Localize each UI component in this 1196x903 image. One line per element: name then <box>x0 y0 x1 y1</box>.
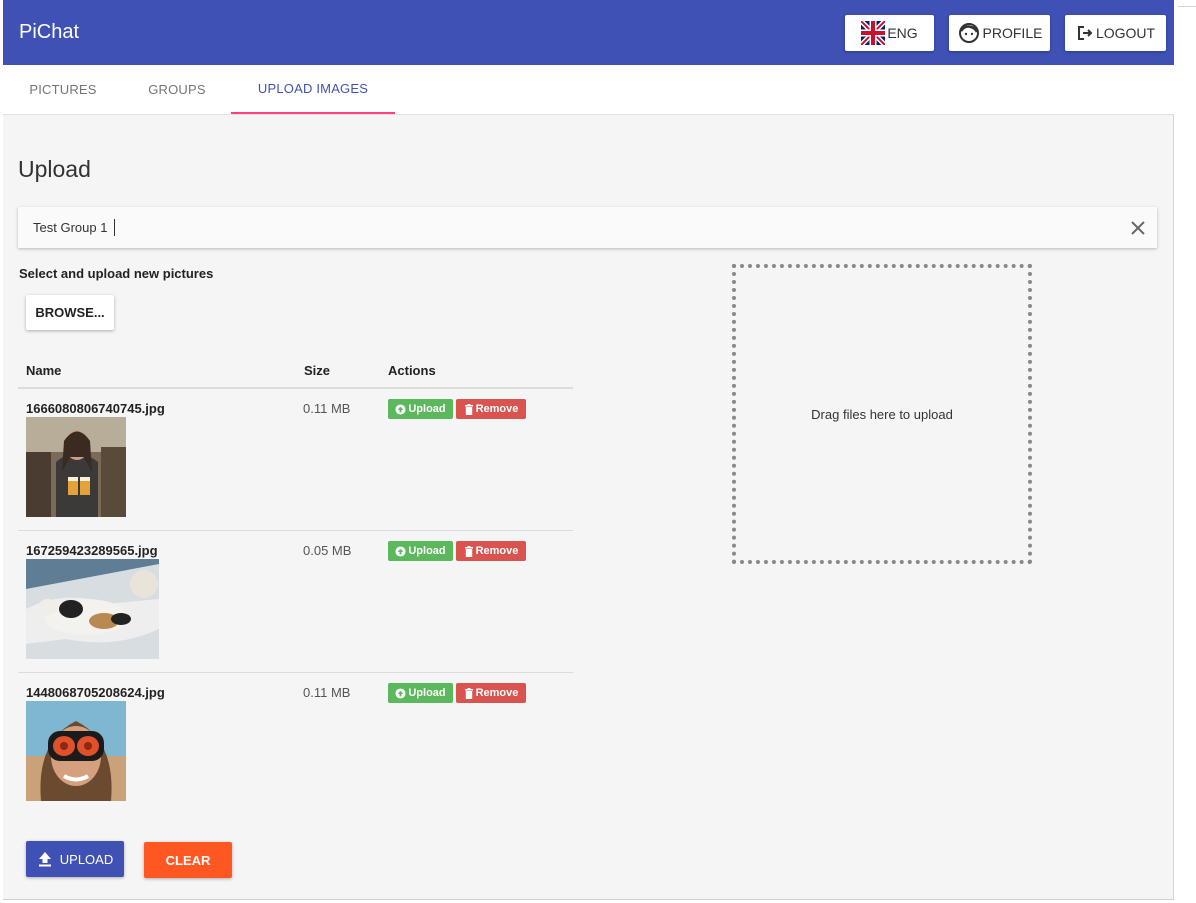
tab-bar: PICTURES GROUPS UPLOAD IMAGES <box>3 65 1174 115</box>
profile-label: PROFILE <box>982 25 1043 41</box>
upload-file-label: Upload <box>408 545 446 557</box>
upload-icon <box>37 851 53 867</box>
upload-circle-icon <box>395 687 406 699</box>
tab-groups[interactable]: GROUPS <box>117 65 237 114</box>
file-size: 0.11 MB <box>303 685 351 700</box>
tab-pictures[interactable]: PICTURES <box>3 65 123 114</box>
remove-file-button[interactable]: Remove <box>456 683 526 703</box>
upload-file-button[interactable]: Upload <box>388 541 453 561</box>
upload-circle-icon <box>395 545 406 557</box>
trash-icon <box>464 545 474 557</box>
app-title: PiChat <box>19 21 80 43</box>
remove-file-button[interactable]: Remove <box>456 541 526 561</box>
remove-file-label: Remove <box>475 545 519 557</box>
logout-icon <box>1076 24 1094 42</box>
upload-file-button[interactable]: Upload <box>388 683 453 703</box>
table-row: 167259423289565.jpg 0.05 MB Upload Remov… <box>18 531 573 673</box>
trash-icon <box>464 687 474 699</box>
logout-button[interactable]: LOGOUT <box>1065 15 1166 51</box>
group-select-field <box>18 207 1157 248</box>
upload-circle-icon <box>395 403 406 415</box>
language-button[interactable]: ENG <box>845 15 934 51</box>
logout-label: LOGOUT <box>1095 25 1156 41</box>
drop-zone[interactable]: Drag files here to upload <box>732 264 1032 564</box>
upload-file-label: Upload <box>408 403 446 415</box>
remove-file-button[interactable]: Remove <box>456 399 526 419</box>
file-name: 1448068705208624.jpg <box>26 685 165 700</box>
text-caret <box>114 219 115 236</box>
drop-zone-text: Drag files here to upload <box>811 406 953 422</box>
page-title: Upload <box>18 156 91 182</box>
language-label: ENG <box>887 25 918 41</box>
file-table: Name Size Actions 1666080806740745.jpg 0… <box>18 352 573 815</box>
window-edge-line <box>1178 6 1196 7</box>
table-header: Name Size Actions <box>18 352 573 389</box>
upload-file-label: Upload <box>408 687 446 699</box>
app-window: PiChat ENG PROFILE LOGOUT PICTURES GROUP… <box>3 0 1174 900</box>
tab-upload-images[interactable]: UPLOAD IMAGES <box>231 65 395 114</box>
clear-group-icon[interactable] <box>1128 218 1148 238</box>
image-thumbnail <box>26 559 159 659</box>
select-pictures-label: Select and upload new pictures <box>19 266 214 281</box>
remove-file-label: Remove <box>475 403 519 415</box>
group-input[interactable] <box>18 207 1118 248</box>
browse-button[interactable]: BROWSE... <box>26 295 114 330</box>
file-size: 0.05 MB <box>303 543 352 558</box>
upload-file-button[interactable]: Upload <box>388 399 453 419</box>
file-name: 1666080806740745.jpg <box>26 401 165 416</box>
image-thumbnail <box>26 417 126 517</box>
header-actions: Actions <box>388 363 436 378</box>
image-thumbnail <box>26 701 126 801</box>
file-name: 167259423289565.jpg <box>26 543 158 558</box>
table-row: 1666080806740745.jpg 0.11 MB Upload Remo… <box>18 389 573 531</box>
upload-all-label: UPLOAD <box>59 851 114 867</box>
face-icon <box>957 21 981 45</box>
upload-all-button[interactable]: UPLOAD <box>26 841 124 877</box>
profile-button[interactable]: PROFILE <box>949 15 1050 51</box>
uk-flag-icon <box>861 21 886 45</box>
file-size: 0.11 MB <box>303 401 351 416</box>
header-name: Name <box>26 363 62 378</box>
top-app-bar: PiChat ENG PROFILE LOGOUT <box>3 0 1174 65</box>
clear-button[interactable]: CLEAR <box>144 842 232 878</box>
header-size: Size <box>304 363 331 378</box>
trash-icon <box>464 403 474 415</box>
table-row: 1448068705208624.jpg 0.11 MB Upload Remo… <box>18 673 573 815</box>
remove-file-label: Remove <box>475 687 519 699</box>
